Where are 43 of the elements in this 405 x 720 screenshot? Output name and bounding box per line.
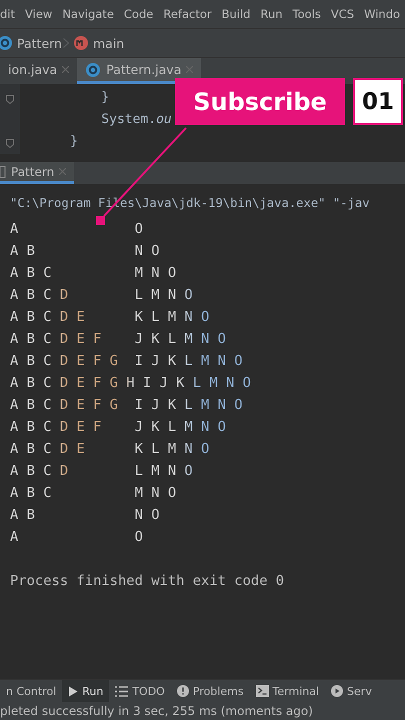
services-icon [331,685,344,697]
episode-number: 01 [353,78,403,125]
fold-icon[interactable] [6,138,14,148]
chevron-icon [62,38,69,48]
status-message: pleted successfully in 3 sec, 255 ms (moments ago) [0,704,313,718]
close-icon[interactable] [59,168,66,175]
play-icon [68,686,78,696]
close-icon[interactable] [186,66,194,73]
alert-icon [176,685,189,697]
list-icon [115,686,128,696]
editor-tab[interactable]: ion.java [0,58,78,84]
code-line: } [70,133,78,151]
menu-item[interactable]: Build [222,7,250,21]
breadcrumb-item[interactable]: Pattern [17,36,62,50]
subscribe-banner[interactable]: Subscribe [175,78,345,125]
console-icon [0,166,6,178]
menu-item[interactable]: Windo [364,7,400,21]
menu-item[interactable]: Refactor [163,7,212,21]
exit-message: Process finished with exit code 0 [10,572,284,591]
tool-window-button[interactable]: Problems [170,680,250,702]
terminal-icon [256,685,269,697]
editor-tab[interactable]: Pattern.java [77,58,202,84]
menu-item[interactable]: Run [260,7,283,21]
menu-item[interactable]: VCS [330,7,354,21]
tool-window-button[interactable]: TODO [109,680,171,702]
class-icon [85,62,102,78]
fold-icon[interactable] [6,94,14,104]
code-line: } [100,89,110,107]
menu-item[interactable]: View [25,7,52,21]
tool-window-button[interactable]: n Control [0,680,62,702]
menu-item[interactable]: Tools [292,7,321,21]
menu-item[interactable]: Navigate [62,7,114,21]
tool-window-button[interactable]: Serv [325,680,378,702]
close-icon[interactable] [62,66,70,73]
breadcrumb-item[interactable]: main [92,36,124,50]
menu-item[interactable]: dit [0,7,16,21]
code-line: System.ou [100,111,172,129]
tool-window-button[interactable]: Terminal [250,680,326,702]
class-icon [0,35,13,51]
run-tab[interactable]: Pattern [0,162,74,184]
tool-window-button[interactable]: Run [62,680,110,702]
menu-item[interactable]: Code [124,7,154,21]
method-icon [72,35,89,51]
